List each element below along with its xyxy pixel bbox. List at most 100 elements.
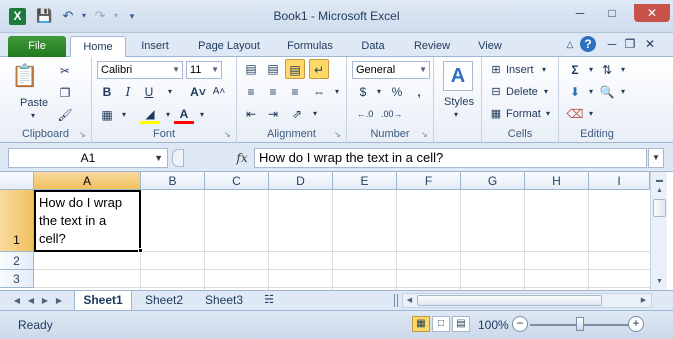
alignment-launcher-icon[interactable]: ↘ xyxy=(334,130,343,139)
cut-icon[interactable]: ✂ xyxy=(55,61,75,81)
increase-decimal-icon[interactable]: ←.0 xyxy=(355,104,375,124)
column-header[interactable]: A xyxy=(34,172,141,190)
scroll-right-icon[interactable]: ▶ xyxy=(638,294,649,307)
tab-view[interactable]: View xyxy=(466,36,514,57)
zoom-slider-thumb[interactable] xyxy=(576,317,584,331)
currency-dropdown-icon[interactable]: ▾ xyxy=(369,82,389,102)
row-header[interactable]: 2 xyxy=(0,252,34,270)
font-name-combo[interactable]: Calibri ▼ xyxy=(97,61,183,79)
insert-dropdown-icon[interactable]: ▾ xyxy=(542,65,546,74)
column-header[interactable]: C xyxy=(205,172,269,190)
tab-home[interactable]: Home xyxy=(70,36,126,58)
workbook-close-icon[interactable]: ✕ xyxy=(642,36,658,52)
tab-page-layout[interactable]: Page Layout xyxy=(186,36,272,57)
tab-split-handle[interactable] xyxy=(394,294,398,307)
underline-button[interactable]: U xyxy=(139,82,159,102)
align-left-icon[interactable]: ≡ xyxy=(241,82,261,102)
font-launcher-icon[interactable]: ↘ xyxy=(224,130,233,139)
decrease-decimal-icon[interactable]: .00→ xyxy=(381,104,403,124)
column-header[interactable]: I xyxy=(589,172,650,190)
find-select-dropdown-icon[interactable]: ▾ xyxy=(613,82,633,102)
scroll-down-icon[interactable]: ▼ xyxy=(652,275,667,289)
delete-dropdown-icon[interactable]: ▾ xyxy=(544,87,548,96)
help-icon[interactable]: ? xyxy=(580,36,596,52)
comma-style-icon[interactable]: , xyxy=(409,82,429,102)
styles-icon[interactable]: A xyxy=(443,61,473,91)
orientation-icon[interactable]: ⇗ xyxy=(287,104,307,124)
row-header[interactable]: 1 xyxy=(0,190,34,252)
tab-formulas[interactable]: Formulas xyxy=(278,36,342,57)
column-header[interactable]: E xyxy=(333,172,397,190)
name-box-dropdown-icon[interactable]: ▼ xyxy=(154,149,163,167)
wrap-text-icon[interactable]: ↵ xyxy=(309,59,329,79)
scroll-up-icon[interactable]: ▲ xyxy=(652,184,667,198)
insert-worksheet-icon[interactable]: ☵ xyxy=(258,291,280,310)
tab-data[interactable]: Data xyxy=(350,36,396,57)
number-launcher-icon[interactable]: ↘ xyxy=(421,130,430,139)
prev-sheet-icon[interactable]: ◀ xyxy=(26,294,36,308)
vertical-scroll-thumb[interactable] xyxy=(653,199,666,217)
close-button[interactable]: ✕ xyxy=(634,4,670,22)
tab-file[interactable]: File xyxy=(8,36,66,57)
tab-insert[interactable]: Insert xyxy=(130,36,180,57)
workbook-minimize-icon[interactable]: ─ xyxy=(604,36,620,52)
tab-review[interactable]: Review xyxy=(404,36,460,57)
styles-button[interactable]: Styles xyxy=(444,96,474,108)
maximize-button[interactable]: □ xyxy=(598,4,626,22)
name-box[interactable]: A1 ▼ xyxy=(8,148,168,168)
font-size-combo[interactable]: 11 ▼ xyxy=(186,61,222,79)
vertical-scrollbar[interactable]: ▬ ▲ ▼ xyxy=(650,172,667,290)
expand-formula-bar-icon[interactable]: ▼ xyxy=(648,148,664,168)
minimize-ribbon-icon[interactable]: △ xyxy=(562,36,578,52)
column-header[interactable]: F xyxy=(397,172,461,190)
formula-input[interactable]: How do I wrap the text in a cell? xyxy=(254,148,647,168)
column-header[interactable]: G xyxy=(461,172,525,190)
next-sheet-icon[interactable]: ▶ xyxy=(40,294,50,308)
cell-a1[interactable]: How do I wrap the text in a cell? xyxy=(34,190,141,252)
sheet-tab-sheet1[interactable]: Sheet1 xyxy=(74,291,132,310)
select-all-corner[interactable] xyxy=(0,172,34,190)
paste-icon[interactable]: 📋 xyxy=(10,61,40,91)
number-format-combo[interactable]: General ▼ xyxy=(352,61,430,79)
grow-font-icon[interactable]: A˅ xyxy=(188,82,208,102)
align-center-icon[interactable]: ≡ xyxy=(263,82,283,102)
align-top-icon[interactable]: ▤ xyxy=(241,59,261,79)
minimize-button[interactable]: ─ xyxy=(566,4,594,22)
horizontal-scroll-thumb[interactable] xyxy=(417,295,602,306)
font-name-dropdown-icon[interactable]: ▼ xyxy=(172,62,180,78)
column-header[interactable]: D xyxy=(269,172,333,190)
format-button[interactable]: Format xyxy=(506,108,541,120)
row-header[interactable]: 3 xyxy=(0,270,34,288)
zoom-out-button[interactable]: − xyxy=(512,316,528,332)
zoom-level[interactable]: 100% xyxy=(478,318,509,332)
clipboard-launcher-icon[interactable]: ↘ xyxy=(79,130,88,139)
last-sheet-icon[interactable]: ▶ xyxy=(54,294,64,308)
decrease-indent-icon[interactable]: ⇤ xyxy=(241,104,261,124)
align-bottom-icon[interactable]: ▤ xyxy=(285,59,305,79)
column-header[interactable]: H xyxy=(525,172,589,190)
font-color-icon[interactable]: A xyxy=(174,104,194,124)
scroll-left-icon[interactable]: ◀ xyxy=(404,294,415,307)
workbook-restore-icon[interactable]: ❐ xyxy=(622,36,638,52)
zoom-in-button[interactable]: + xyxy=(628,316,644,332)
first-sheet-icon[interactable]: ◀ xyxy=(12,294,22,308)
clear-dropdown-icon[interactable]: ▾ xyxy=(581,104,601,124)
paste-dropdown-icon[interactable]: ▾ xyxy=(31,111,35,120)
formula-bar-resize-handle[interactable] xyxy=(172,149,184,167)
merge-center-icon[interactable]: ⇔ xyxy=(309,82,329,102)
bold-button[interactable]: B xyxy=(97,82,117,102)
delete-cells-icon[interactable]: ⊟ xyxy=(486,82,506,102)
italic-button[interactable]: I xyxy=(118,82,138,102)
insert-cells-icon[interactable]: ⊞ xyxy=(486,60,506,80)
format-dropdown-icon[interactable]: ▾ xyxy=(546,109,550,118)
percent-button[interactable]: % xyxy=(387,82,407,102)
increase-indent-icon[interactable]: ⇥ xyxy=(263,104,283,124)
page-layout-view-icon[interactable]: □ xyxy=(432,316,450,332)
underline-dropdown-icon[interactable]: ▾ xyxy=(160,82,180,102)
format-cells-icon[interactable]: ▦ xyxy=(486,104,506,124)
sheet-tab-sheet2[interactable]: Sheet2 xyxy=(136,291,192,310)
insert-function-button[interactable]: fx xyxy=(232,148,252,168)
number-format-dropdown-icon[interactable]: ▼ xyxy=(419,62,427,78)
format-painter-icon[interactable]: 🖌 xyxy=(55,105,75,125)
copy-icon[interactable]: ❐ xyxy=(55,83,75,103)
